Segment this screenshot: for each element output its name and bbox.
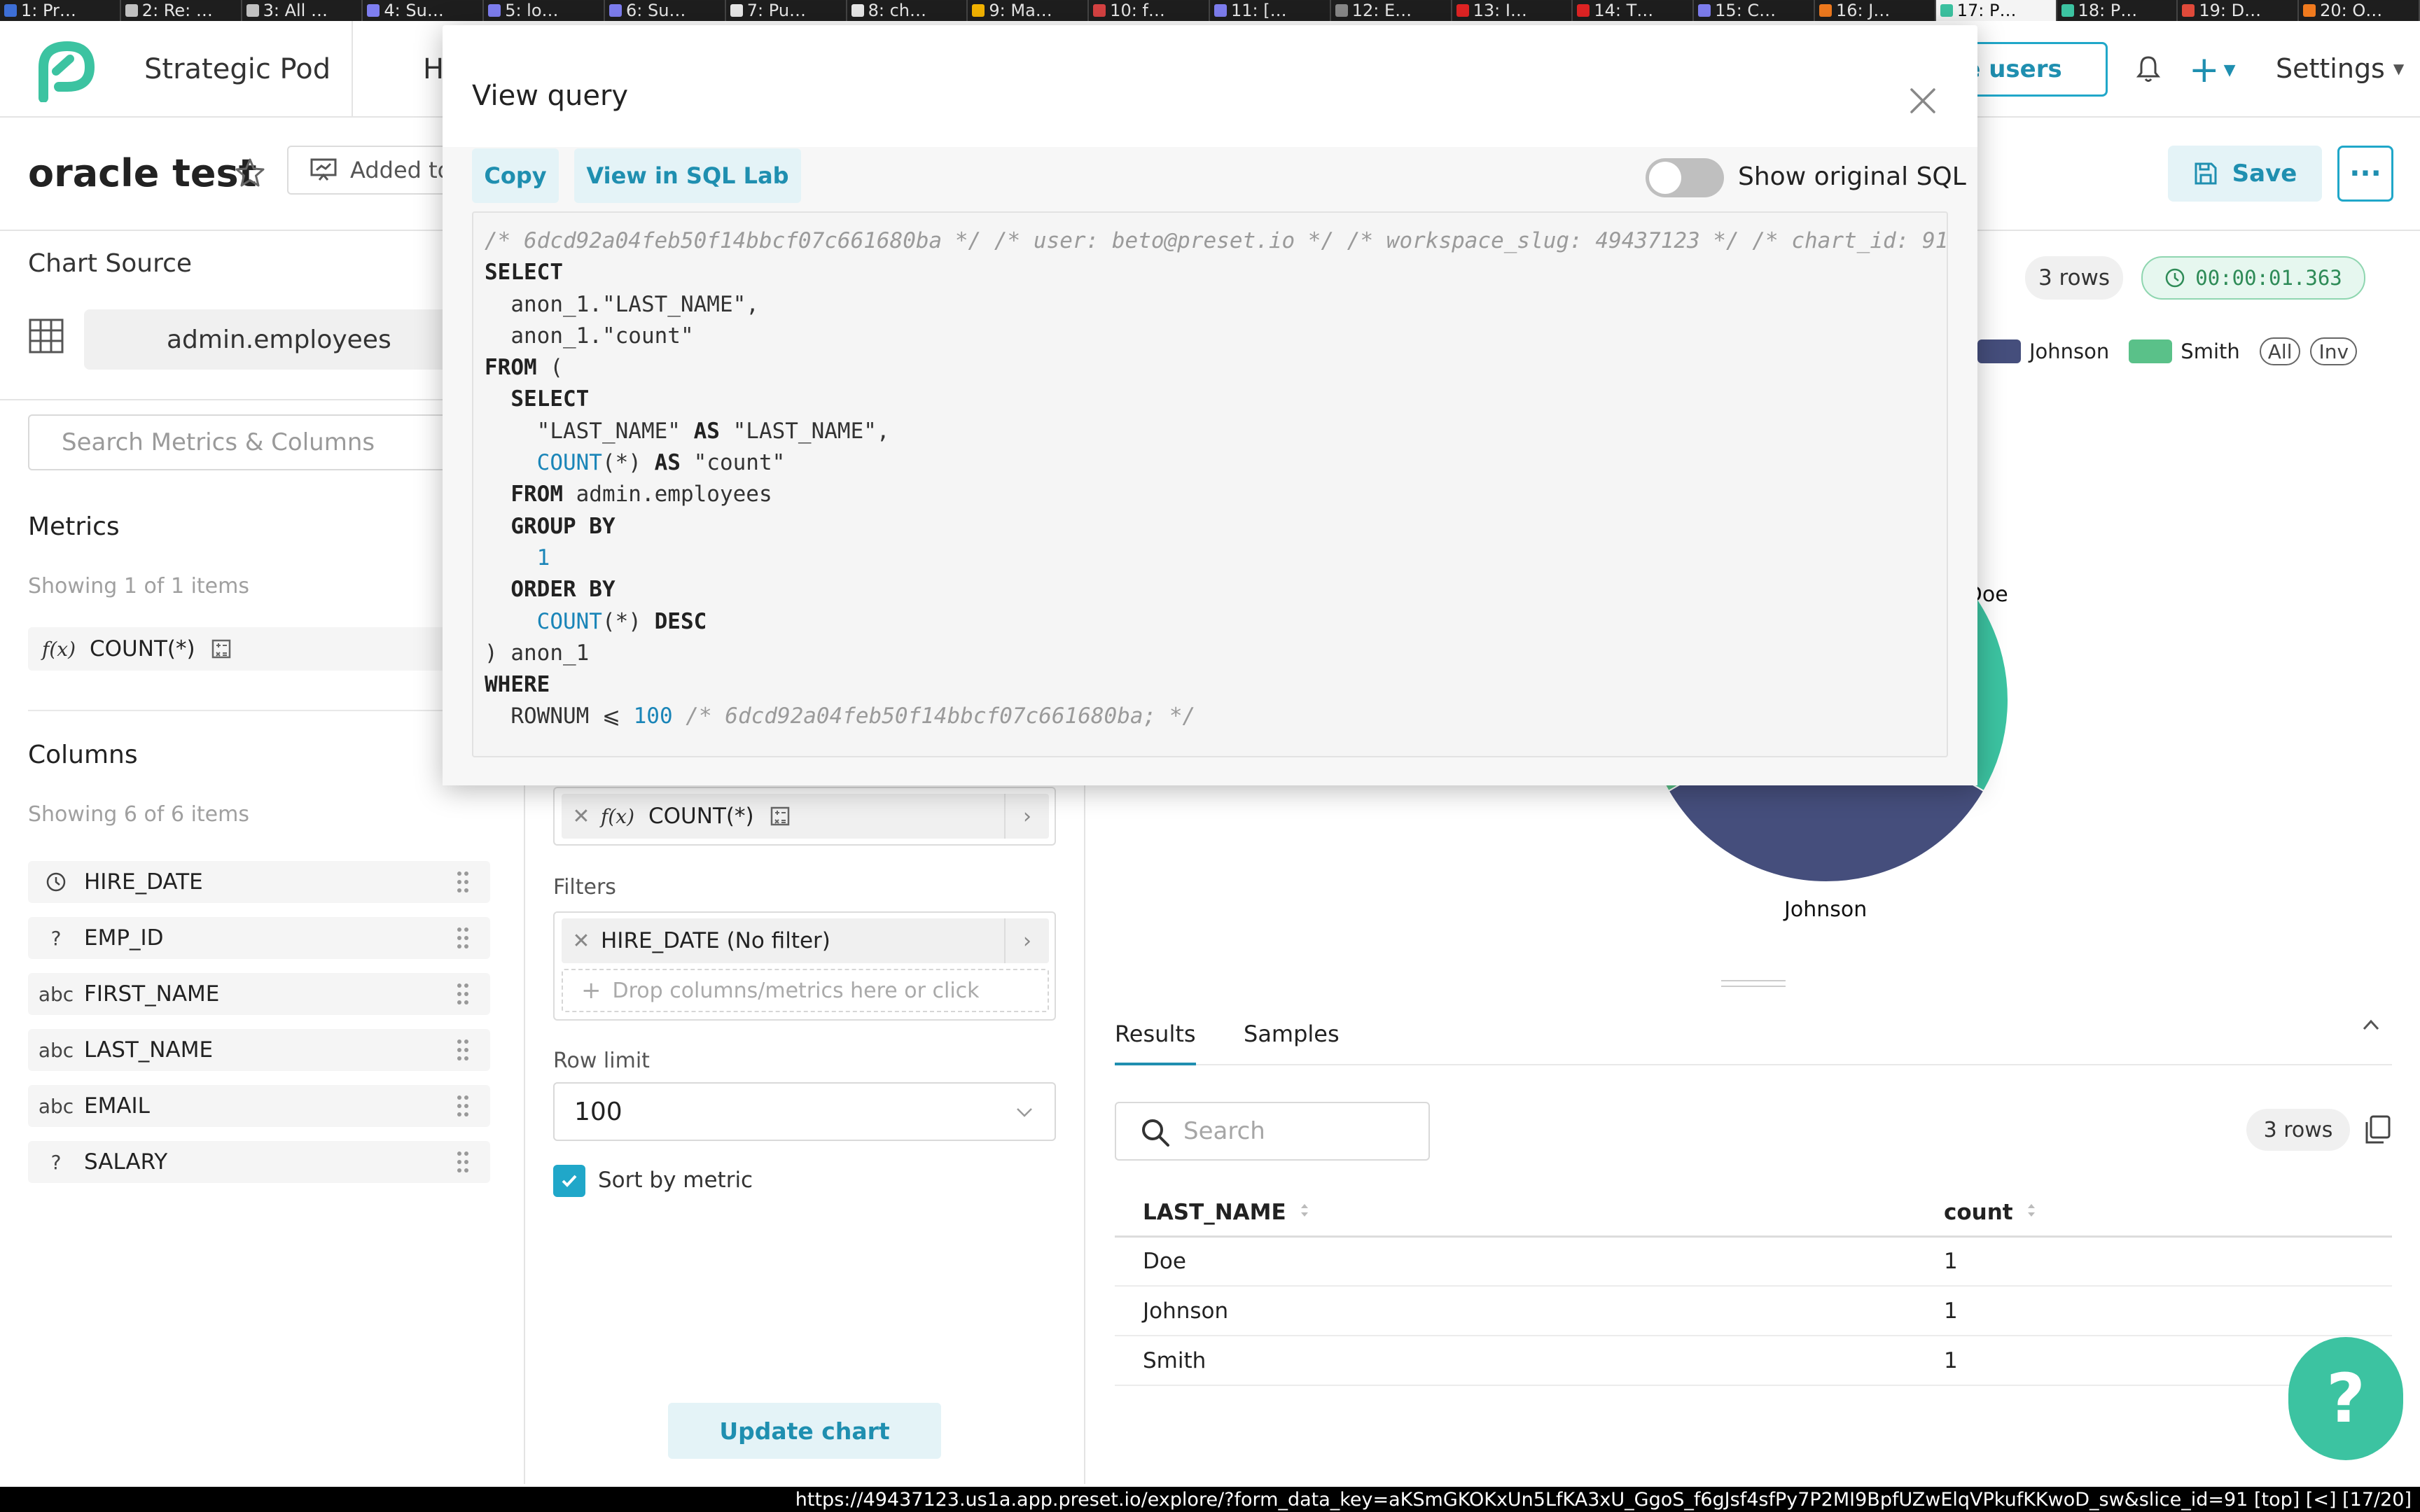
browser-tab-label: 13: I… <box>1473 1 1527 20</box>
browser-tab[interactable]: 17: P… <box>1935 0 2057 21</box>
browser-tab[interactable]: 15: C… <box>1694 0 1815 21</box>
show-original-sql-toggle[interactable] <box>1646 158 1724 197</box>
tab-favicon-icon <box>2303 4 2316 17</box>
sql-line: "LAST_NAME" AS "LAST_NAME", <box>485 418 890 444</box>
browser-tab-label: 18: P… <box>2078 1 2138 20</box>
browser-tab[interactable]: 13: I… <box>1452 0 1573 21</box>
show-original-sql-label: Show original SQL <box>1738 162 1966 191</box>
browser-tab[interactable]: 5: lo… <box>484 0 605 21</box>
browser-tab-label: 4: Su… <box>384 1 444 20</box>
browser-tab-label: 6: Su… <box>625 1 686 20</box>
sql-line: 1 <box>536 545 550 570</box>
tab-favicon-icon <box>367 4 380 17</box>
view-in-sql-lab-button[interactable]: View in SQL Lab <box>574 148 801 203</box>
close-icon[interactable] <box>1907 85 1938 116</box>
browser-tab-label: 19: D… <box>2199 1 2262 20</box>
tab-favicon-icon <box>2061 4 2074 17</box>
tab-favicon-icon <box>851 4 864 17</box>
browser-tab-label: 8: ch… <box>868 1 926 20</box>
sql-line: COUNT(*) DESC <box>536 608 707 634</box>
browser-tab[interactable]: 7: Pu… <box>726 0 847 21</box>
tab-favicon-icon <box>1214 4 1227 17</box>
tab-favicon-icon <box>1940 4 1953 17</box>
browser-tab-label: 16: J… <box>1835 1 1891 20</box>
tab-favicon-icon <box>2182 4 2195 17</box>
browser-tab-label: 10: f… <box>1110 1 1165 20</box>
sql-line: ROWNUM ⩽ 100 /* 6dcd92a04feb50f14bbcf07c… <box>485 704 1196 729</box>
browser-tab[interactable]: 3: All … <box>242 0 363 21</box>
browser-tab-label: 9: Ma… <box>989 1 1052 20</box>
modal-header: View query <box>443 25 1977 147</box>
tab-favicon-icon <box>1577 4 1590 17</box>
sql-line: SELECT <box>510 386 590 412</box>
sql-line: FROM admin.employees <box>510 482 772 507</box>
tab-favicon-icon <box>972 4 985 17</box>
browser-tab-label: 12: E… <box>1351 1 1412 20</box>
browser-tab[interactable]: 10: f… <box>1089 0 1210 21</box>
copy-query-button[interactable]: Copy <box>472 148 559 203</box>
tab-favicon-icon <box>1698 4 1711 17</box>
sql-line: SELECT <box>485 260 563 286</box>
browser-tab-strip: 1: Pr… 2: Re: … 3: All … 4: Su… 5: lo… 6: Su…… <box>0 0 2420 21</box>
toggle-knob <box>1649 162 1681 194</box>
browser-tab[interactable]: 18: P… <box>2057 0 2178 21</box>
tab-favicon-icon <box>4 4 17 17</box>
browser-tab-label: 3: All … <box>263 1 328 20</box>
sql-line: COUNT(*) AS "count" <box>536 450 786 476</box>
browser-tab-label: 20: O… <box>2320 1 2383 20</box>
tab-favicon-icon <box>730 4 743 17</box>
sql-line: WHERE <box>485 672 550 698</box>
browser-tab[interactable]: 8: ch… <box>847 0 968 21</box>
tab-favicon-icon <box>1335 4 1348 17</box>
tab-favicon-icon <box>488 4 501 17</box>
browser-tab[interactable]: 6: Su… <box>605 0 726 21</box>
browser-tab[interactable]: 19: D… <box>2178 0 2300 21</box>
sql-line: /* 6dcd92a04feb50f14bbcf07c661680ba */ /… <box>485 228 1948 253</box>
view-query-modal: View query Copy View in SQL Lab Show ori… <box>443 25 1977 785</box>
browser-tab-label: 14: T… <box>1594 1 1654 20</box>
browser-tab-label: 17: P… <box>1956 1 2017 20</box>
browser-tab-label: 5: lo… <box>505 1 559 20</box>
modal-title: View query <box>472 80 629 112</box>
status-bar: https://49437123.us1a.app.preset.io/expl… <box>0 1487 2420 1512</box>
browser-tab[interactable]: 4: Su… <box>363 0 485 21</box>
modal-body: Copy View in SQL Lab Show original SQL /… <box>443 147 1977 785</box>
sql-code-block: /* 6dcd92a04feb50f14bbcf07c661680ba */ /… <box>472 211 1948 757</box>
sql-line: FROM ( <box>485 355 563 381</box>
tab-favicon-icon <box>1093 4 1106 17</box>
browser-tab[interactable]: 12: E… <box>1331 0 1452 21</box>
browser-tab[interactable]: 14: T… <box>1573 0 1695 21</box>
browser-tab-label: 2: Re: … <box>141 1 213 20</box>
tab-favicon-icon <box>1819 4 1832 17</box>
sql-line: anon_1."LAST_NAME", <box>485 291 759 317</box>
browser-tab-label: 11: [… <box>1230 1 1287 20</box>
browser-tab[interactable]: 2: Re: … <box>121 0 242 21</box>
browser-tab[interactable]: 11: [… <box>1210 0 1331 21</box>
browser-tab-label: 15: C… <box>1715 1 1776 20</box>
tab-favicon-icon <box>609 4 622 17</box>
browser-tab[interactable]: 16: J… <box>1815 0 1936 21</box>
sql-line: ORDER BY <box>510 577 616 603</box>
tab-favicon-icon <box>125 4 138 17</box>
browser-tab[interactable]: 9: Ma… <box>968 0 1090 21</box>
browser-tab-label: 1: Pr… <box>21 1 76 20</box>
sql-line: ) anon_1 <box>485 640 590 666</box>
browser-tab[interactable]: 1: Pr… <box>0 0 121 21</box>
sql-line: anon_1."count" <box>485 323 694 349</box>
tab-favicon-icon <box>1456 4 1469 17</box>
browser-tab[interactable]: 20: O… <box>2299 0 2420 21</box>
sql-line: GROUP BY <box>510 513 616 539</box>
tab-favicon-icon <box>246 4 259 17</box>
browser-tab-label: 7: Pu… <box>746 1 807 20</box>
